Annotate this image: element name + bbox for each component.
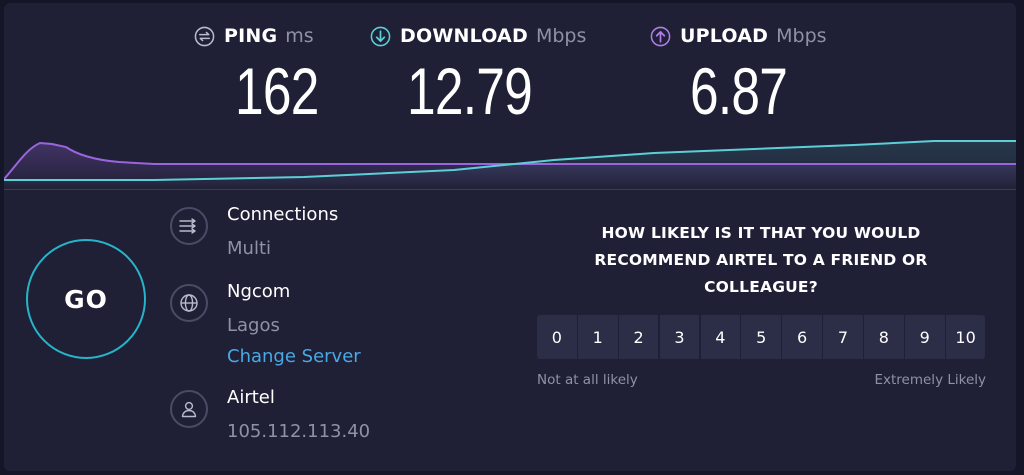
rating-button-5[interactable]: 5 (741, 315, 782, 359)
download-arrow-icon (370, 26, 391, 46)
upload-label: UPLOAD (680, 25, 769, 47)
go-label: GO (64, 284, 108, 314)
ping-unit: ms (285, 25, 314, 47)
server-name: Ngcom (227, 281, 291, 302)
rating-button-6[interactable]: 6 (782, 315, 822, 359)
connections-arrows-icon (179, 218, 196, 234)
download-value: 12.79 (407, 54, 533, 128)
download-label: DOWNLOAD (400, 25, 528, 47)
ping-value: 162 (235, 54, 319, 128)
server-location: Lagos (227, 315, 280, 336)
user-icon (181, 401, 197, 418)
rating-button-8[interactable]: 8 (864, 315, 904, 359)
upload-header: UPLOAD Mbps (650, 25, 827, 47)
ping-icon (194, 26, 215, 46)
speed-graph (4, 140, 1016, 191)
rating-button-1[interactable]: 1 (577, 315, 618, 359)
upload-unit: Mbps (776, 25, 827, 47)
ping-label: PING (224, 25, 278, 47)
download-unit: Mbps (535, 25, 587, 47)
connections-icon[interactable] (170, 207, 208, 245)
rating-button-7[interactable]: 7 (823, 315, 863, 359)
globe-icon (180, 294, 198, 312)
ping-header: PING ms (194, 25, 314, 47)
download-header: DOWNLOAD Mbps (370, 25, 586, 47)
rating-scale: 0 1 2 3 4 5 6 7 8 9 10 (537, 315, 986, 359)
provider-ip: 105.112.113.40 (227, 421, 371, 442)
change-server-link[interactable]: Change Server (227, 346, 361, 367)
connections-value: Multi (227, 238, 271, 259)
upload-arrow-icon (650, 26, 671, 46)
speedtest-panel: PING ms 162 DOWNLOAD Mbps 12.79 UPLOAD M… (4, 3, 1016, 471)
graph-divider (4, 189, 1016, 190)
provider-name: Airtel (227, 387, 275, 408)
rating-button-3[interactable]: 3 (659, 315, 700, 359)
rating-button-0[interactable]: 0 (537, 315, 577, 359)
rating-button-9[interactable]: 9 (904, 315, 945, 359)
connections-title: Connections (227, 204, 339, 225)
scale-high-label: Extremely Likely (874, 372, 986, 388)
upload-value: 6.87 (690, 54, 788, 128)
rating-button-10[interactable]: 10 (945, 315, 986, 359)
go-button[interactable]: GO (26, 239, 146, 359)
rating-button-2[interactable]: 2 (618, 315, 659, 359)
survey-question: HOW LIKELY IS IT THAT YOU WOULD RECOMMEN… (594, 224, 928, 296)
rating-button-4[interactable]: 4 (700, 315, 741, 359)
server-icon (170, 284, 208, 322)
scale-low-label: Not at all likely (537, 372, 638, 388)
provider-icon (170, 390, 208, 428)
